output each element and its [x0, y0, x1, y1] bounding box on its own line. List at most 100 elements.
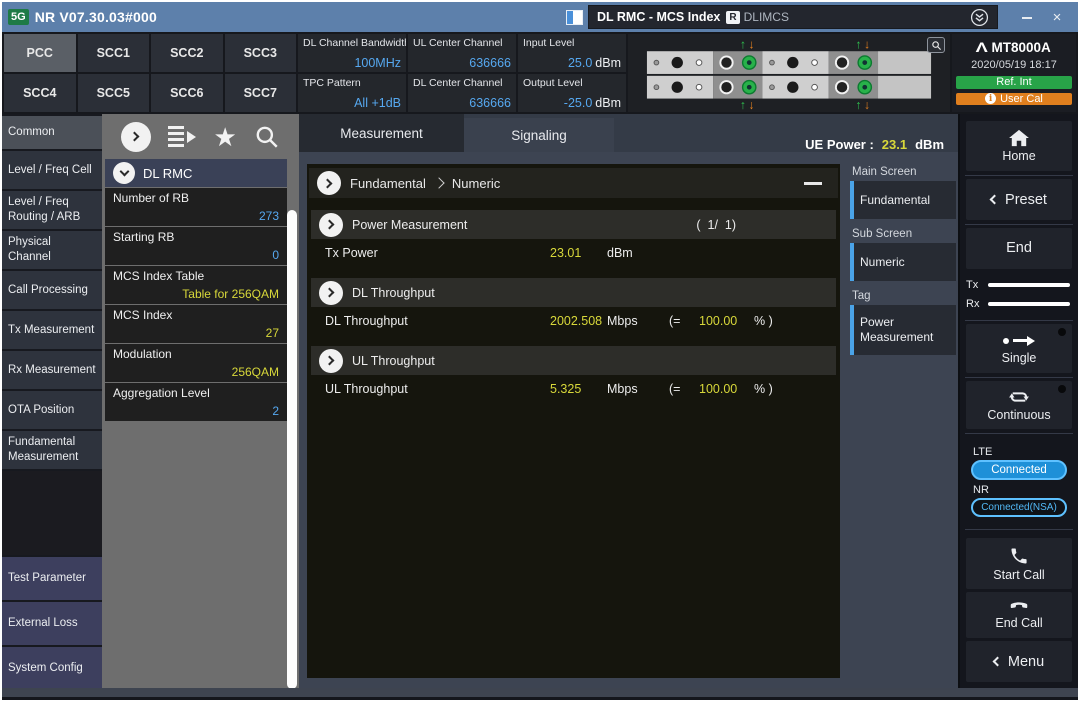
single-led	[1058, 328, 1066, 336]
phone-down-icon	[1008, 600, 1030, 614]
param-modulation[interactable]: Modulation 256QAM	[105, 344, 287, 382]
parameter-group-dl-rmc[interactable]: DL RMC	[105, 159, 287, 187]
group-label: DL RMC	[143, 166, 192, 181]
tx-level-bar	[988, 283, 1070, 287]
carrier-tab-scc6[interactable]: SCC6	[151, 74, 223, 112]
section-header[interactable]: Power Measurement ( 1/ 1)	[311, 210, 836, 239]
end-button[interactable]: End	[966, 228, 1072, 269]
end-call-button[interactable]: End Call	[966, 592, 1072, 639]
preset-button[interactable]: Preset	[966, 179, 1072, 220]
anritsu-logo: Λ	[976, 39, 988, 55]
field-dl-center-channel[interactable]: DL Center Channel 636666	[408, 74, 516, 112]
field-tpc-pattern[interactable]: TPC Pattern All +1dB	[298, 74, 406, 112]
lte-status-pill: Connected	[971, 460, 1067, 480]
svg-text:↓: ↓	[748, 98, 754, 112]
param-aggregation-level[interactable]: Aggregation Level 2	[105, 383, 287, 421]
magnify-panel-button[interactable]	[927, 37, 945, 53]
field-output-level[interactable]: Output Level -25.0dBm	[518, 74, 626, 112]
main-area: Measurement Signaling UE Power : 23.1 dB…	[299, 114, 958, 692]
param-mcs-index-table[interactable]: MCS Index Table Table for 256QAM	[105, 266, 287, 304]
sidebar-item-physical-channel[interactable]: Physical Channel	[2, 231, 102, 269]
sidebar-item-rx-measurement[interactable]: Rx Measurement	[2, 351, 102, 389]
layout-split-icon[interactable]	[566, 10, 583, 25]
instrument-status: Λ MT8000A 2020/05/19 18:17 Ref. Int i Us…	[952, 34, 1076, 112]
param-value: 27	[113, 326, 279, 340]
chevron-left-icon	[990, 195, 1000, 205]
section-ul-throughput: UL Throughput UL Throughput 5.325 Mbps (…	[311, 346, 836, 402]
section-header[interactable]: UL Throughput	[311, 346, 836, 375]
svg-text:↓: ↓	[864, 37, 870, 51]
field-ul-center-channel[interactable]: UL Center Channel 636666	[408, 34, 516, 72]
carrier-tab-scc2[interactable]: SCC2	[151, 34, 223, 72]
section-dl-throughput: DL Throughput DL Throughput 2002.508 Mbp…	[311, 278, 836, 334]
close-button[interactable]: ×	[1042, 9, 1072, 26]
carrier-tab-scc3[interactable]: SCC3	[225, 34, 297, 72]
chevron-right-circle-icon	[319, 281, 343, 305]
param-starting-rb[interactable]: Starting RB 0	[105, 227, 287, 265]
carrier-tab-scc1[interactable]: SCC1	[78, 34, 150, 72]
collapse-all-icon[interactable]	[121, 122, 151, 152]
field-label: DL Center Channel	[413, 77, 511, 89]
param-mcs-index[interactable]: MCS Index 27	[105, 305, 287, 343]
app-frame: 5G NR V07.30.03#000 DL RMC - MCS Index R…	[2, 2, 1078, 700]
svg-text:↓: ↓	[748, 37, 754, 51]
param-value: 273	[113, 209, 279, 223]
sidebar-item-ota-position[interactable]: OTA Position	[2, 391, 102, 429]
rx-level-bar	[988, 302, 1070, 306]
sidebar-item-level-freq-cell[interactable]: Level / Freq Cell	[2, 151, 102, 189]
ue-power-unit: dBm	[915, 137, 944, 152]
function-sidebar: Common Level / Freq Cell Level / Freq Ro…	[2, 114, 102, 692]
main-screen-button-fundamental[interactable]: Fundamental	[850, 181, 956, 219]
carrier-tab-scc4[interactable]: SCC4	[4, 74, 76, 112]
field-dl-channel-bandwidth[interactable]: DL Channel Bandwidth 100MHz	[298, 34, 406, 72]
param-number-of-rb[interactable]: Number of RB 273	[105, 188, 287, 226]
svg-text:↑: ↑	[740, 37, 746, 51]
breadcrumb-separator-icon	[433, 177, 444, 188]
minimize-button[interactable]	[1012, 9, 1042, 26]
section-header[interactable]: DL Throughput	[311, 278, 836, 307]
chevron-left-icon	[992, 657, 1002, 667]
carrier-tab-pcc[interactable]: PCC	[4, 34, 76, 72]
field-input-level[interactable]: Input Level 25.0dBm	[518, 34, 626, 72]
chevron-right-circle-icon[interactable]	[317, 171, 341, 195]
parameter-scrollbar[interactable]	[287, 210, 297, 689]
sidebar-item-level-freq-routing-arb[interactable]: Level / Freq Routing / ARB	[2, 191, 102, 229]
chevron-right-circle-icon	[319, 213, 343, 237]
connection-status: LTE Connected NR Connected(NSA)	[966, 440, 1072, 525]
continuous-button[interactable]: Continuous	[966, 381, 1072, 429]
tag-label: Tag	[852, 290, 956, 302]
tab-measurement[interactable]: Measurement	[299, 114, 464, 152]
home-button[interactable]: Home	[966, 121, 1072, 171]
sidebar-item-test-parameter[interactable]: Test Parameter	[2, 557, 102, 600]
field-label: TPC Pattern	[303, 77, 401, 89]
parameter-list-icon[interactable]	[168, 126, 196, 147]
result-breadcrumb: Fundamental Numeric	[309, 168, 838, 198]
sidebar-item-external-loss[interactable]: External Loss	[2, 602, 102, 645]
sidebar-item-call-processing[interactable]: Call Processing	[2, 271, 102, 309]
param-value: Table for 256QAM	[113, 287, 279, 301]
menu-button[interactable]: Menu	[966, 641, 1072, 682]
active-parameter-indicator[interactable]: DL RMC - MCS Index R DLIMCS	[588, 5, 998, 29]
tag-button-power-measurement[interactable]: Power Measurement	[850, 305, 956, 355]
sidebar-item-tx-measurement[interactable]: Tx Measurement	[2, 311, 102, 349]
carrier-tab-scc7[interactable]: SCC7	[225, 74, 297, 112]
start-call-button[interactable]: Start Call	[966, 538, 1072, 588]
expand-double-chevron-icon[interactable]	[970, 8, 989, 27]
screen-selector-panel: Main Screen Fundamental Sub Screen Numer…	[850, 166, 956, 364]
search-icon[interactable]	[254, 124, 280, 150]
sidebar-item-common[interactable]: Common	[2, 116, 102, 149]
doc-title: DL RMC - MCS Index	[597, 10, 720, 24]
carrier-tab-scc5[interactable]: SCC5	[78, 74, 150, 112]
single-button[interactable]: Single	[966, 324, 1072, 372]
parameter-toolbar: ★	[102, 114, 299, 159]
sub-screen-button-numeric[interactable]: Numeric	[850, 243, 956, 281]
panel-minimize-button[interactable]	[804, 182, 822, 185]
section-power-measurement: Power Measurement ( 1/ 1) Tx Power 23.01…	[311, 210, 836, 266]
sidebar-item-fundamental-measurement[interactable]: Fundamental Measurement	[2, 431, 102, 469]
tab-signaling[interactable]: Signaling	[464, 118, 614, 152]
magnifier-icon	[931, 40, 942, 51]
param-value: 0	[113, 248, 279, 262]
favorites-icon[interactable]: ★	[214, 124, 237, 150]
tx-label: Tx	[966, 279, 982, 291]
sidebar-item-system-config[interactable]: System Config	[2, 647, 102, 690]
